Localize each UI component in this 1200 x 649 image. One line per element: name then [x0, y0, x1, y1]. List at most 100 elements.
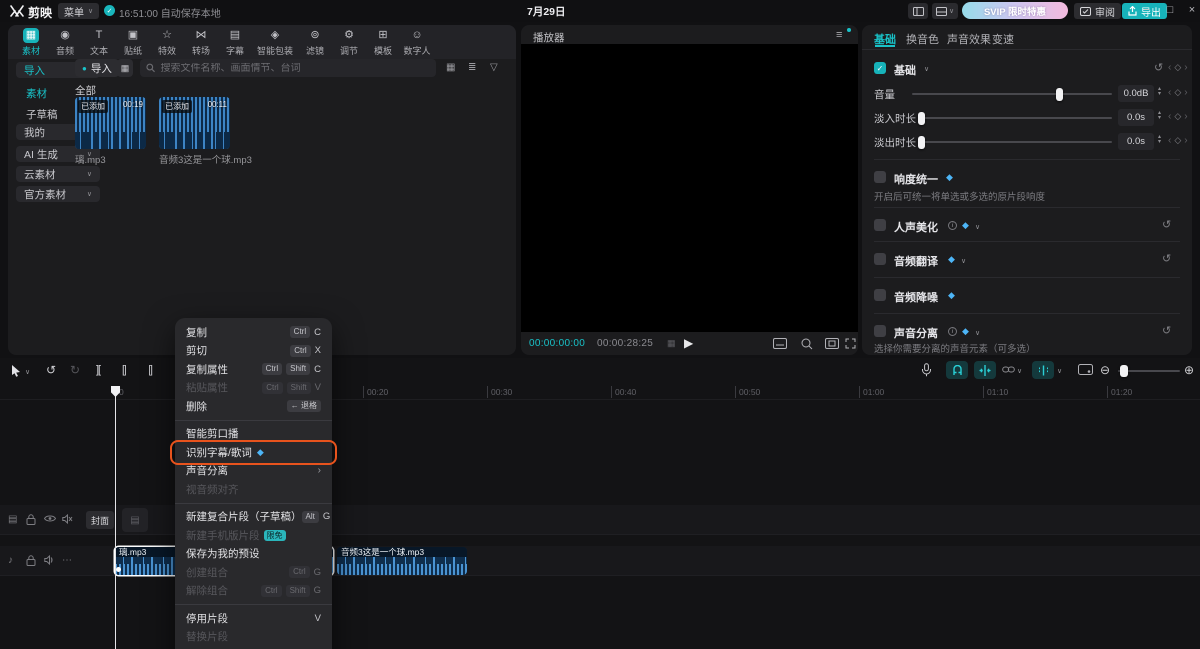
preview-quality-icon[interactable] — [773, 338, 787, 349]
tab-effects[interactable]: ☆特效 — [152, 28, 182, 57]
keyframe-diamond-icon[interactable]: ◇ — [1174, 62, 1181, 73]
sidebar-group-cloud[interactable]: 云素材∨ — [16, 166, 100, 182]
menu-item-new-compound-clip[interactable]: 新建复合片段（子草稿） AltG — [175, 508, 332, 527]
fullscreen-icon[interactable] — [845, 338, 856, 349]
import-button[interactable]: ● 导入 — [75, 59, 119, 77]
review-button[interactable]: 审阅 — [1074, 3, 1121, 19]
more-icon[interactable]: ⋯ — [62, 555, 72, 567]
audio-translate-checkbox[interactable] — [874, 253, 886, 265]
close-button[interactable]: × — [1185, 4, 1199, 16]
preview-axis-icon[interactable] — [1032, 361, 1054, 379]
player-menu-icon[interactable]: ≡ — [836, 29, 842, 41]
eye-icon[interactable] — [44, 514, 56, 523]
volume-value[interactable]: 0.0dB — [1118, 85, 1154, 102]
keyframe-next-icon[interactable]: › — [1184, 62, 1187, 73]
timeline-zoom-in-icon[interactable]: ⊕ — [1184, 363, 1194, 377]
fade-out-slider[interactable] — [918, 141, 1112, 143]
linkage-icon[interactable] — [1002, 364, 1015, 375]
cover-button[interactable]: 封面 — [86, 511, 114, 529]
menu-item-copy-attributes[interactable]: 复制属性 CtrlShiftC — [175, 360, 332, 379]
chevron-down-icon[interactable]: ∨ — [1017, 367, 1022, 375]
trim-left-tool-icon[interactable]: [| — [122, 364, 126, 376]
fade-handle[interactable] — [116, 567, 121, 572]
search-input[interactable] — [160, 63, 430, 74]
speaker-icon[interactable] — [44, 555, 55, 565]
basic-section-checkbox[interactable]: ✓ — [874, 62, 886, 74]
video-viewport[interactable] — [521, 44, 858, 332]
view-grid-icon[interactable]: ▦ — [446, 62, 455, 73]
audio-denoise-checkbox[interactable] — [874, 289, 886, 301]
play-button[interactable]: ▶ — [684, 336, 693, 350]
menu-item-cut[interactable]: 剪切 CtrlX — [175, 342, 332, 361]
tab-digital-human[interactable]: ☺数字人 — [402, 28, 432, 57]
split-tool-icon[interactable]: ][ — [96, 364, 100, 376]
filter-all-label[interactable]: 全部 — [75, 83, 96, 98]
menu-item-save-preset[interactable]: 保存为我的预设 — [175, 545, 332, 564]
timeline-zoom-out-icon[interactable]: ⊖ — [1100, 363, 1110, 377]
media-search[interactable] — [140, 59, 436, 77]
chevron-down-icon[interactable]: ∨ — [1057, 367, 1062, 375]
fade-out-value[interactable]: 0.0s — [1118, 133, 1154, 150]
chevron-down-icon[interactable]: ∨ — [924, 65, 929, 73]
voice-beautify-checkbox[interactable] — [874, 219, 886, 231]
tab-voice-change[interactable]: 换音色 — [906, 31, 939, 47]
sidebar-item-material[interactable]: 素材 — [26, 86, 47, 101]
filter-icon[interactable]: ▽ — [490, 62, 498, 73]
sidebar-item-subdraft[interactable]: 子草稿 — [26, 107, 58, 122]
tab-audio[interactable]: ◉音频 — [50, 28, 80, 57]
fade-in-value[interactable]: 0.0s — [1118, 109, 1154, 126]
aspect-ratio-icon[interactable] — [825, 338, 839, 349]
trim-right-tool-icon[interactable]: |] — [148, 364, 152, 376]
chevron-down-icon[interactable]: ∨ — [975, 329, 980, 337]
voice-separation-checkbox[interactable] — [874, 325, 886, 337]
keyframe-nav[interactable]: ‹◇› — [1168, 87, 1188, 98]
audio-card[interactable]: 已添加 00:19 — [75, 97, 146, 149]
menu-item-smart-cut[interactable]: 智能剪口播 — [175, 425, 332, 444]
reset-icon[interactable]: ↺ — [1162, 252, 1171, 265]
record-mic-icon[interactable] — [920, 363, 933, 377]
tab-speed[interactable]: 变速 — [992, 31, 1014, 47]
stepper[interactable]: ▴▾ — [1158, 135, 1161, 145]
keyframe-prev-icon[interactable]: ‹ — [1168, 62, 1171, 73]
svip-upgrade-button[interactable]: SVIP 限时特惠 — [962, 2, 1068, 19]
layout-toggle-icon[interactable] — [908, 3, 928, 19]
stepper[interactable]: ▴▾ — [1158, 111, 1161, 121]
frame-grid-icon[interactable]: ▦ — [667, 338, 676, 349]
menu-item-disable-clip[interactable]: 停用片段 V — [175, 609, 332, 628]
slider-handle[interactable] — [918, 112, 925, 125]
audio-clip[interactable]: 音频3这是一个球.mp3 — [337, 547, 467, 575]
sort-icon[interactable]: ≣ — [468, 62, 476, 73]
tab-text[interactable]: T文本 — [84, 28, 114, 57]
fade-in-slider[interactable] — [918, 117, 1112, 119]
lock-icon[interactable] — [26, 514, 36, 525]
menu-item-recognize-subtitles[interactable]: 识别字幕/歌词 ◆ — [175, 443, 332, 462]
lock-icon[interactable] — [26, 555, 36, 566]
panel-layout-dropdown[interactable]: ∨ — [932, 3, 958, 19]
track-layers-icon[interactable]: ▤ — [8, 514, 17, 526]
volume-slider[interactable] — [912, 93, 1112, 95]
tab-material[interactable]: ▦素材 — [16, 28, 46, 57]
main-track-magnet-icon[interactable] — [946, 361, 968, 379]
menu-item-copy[interactable]: 复制 CtrlC — [175, 323, 332, 342]
menu-item-delete[interactable]: 删除 ← 退格 — [175, 397, 332, 416]
tab-adjust[interactable]: ⚙调节 — [334, 28, 364, 57]
tab-filter[interactable]: ⊚滤镜 — [300, 28, 330, 57]
reset-icon[interactable]: ↺ — [1154, 61, 1163, 74]
tab-sticker[interactable]: ▣贴纸 — [118, 28, 148, 57]
select-tool-icon[interactable] — [10, 364, 22, 377]
tab-template[interactable]: ⊞模板 — [368, 28, 398, 57]
empty-clip-placeholder[interactable]: ▤ — [122, 508, 148, 532]
loudness-checkbox[interactable] — [874, 171, 886, 183]
chevron-down-icon[interactable]: ∨ — [961, 257, 966, 265]
reset-icon[interactable]: ↺ — [1162, 218, 1171, 231]
menu-item-voice-separation[interactable]: 声音分离 › — [175, 462, 332, 481]
slider-handle[interactable] — [1056, 88, 1063, 101]
tab-smart-package[interactable]: ◈智能包装 — [254, 28, 296, 57]
tab-transition[interactable]: ⋈转场 — [186, 28, 216, 57]
preview-zoom-icon[interactable] — [801, 338, 813, 350]
maximize-button[interactable]: □ — [1163, 4, 1177, 16]
chevron-down-icon[interactable]: ∨ — [25, 368, 30, 376]
chevron-down-icon[interactable]: ∨ — [975, 223, 980, 231]
redo-icon[interactable]: ↻ — [70, 363, 80, 377]
keyframe-nav[interactable]: ‹◇› — [1168, 62, 1188, 73]
